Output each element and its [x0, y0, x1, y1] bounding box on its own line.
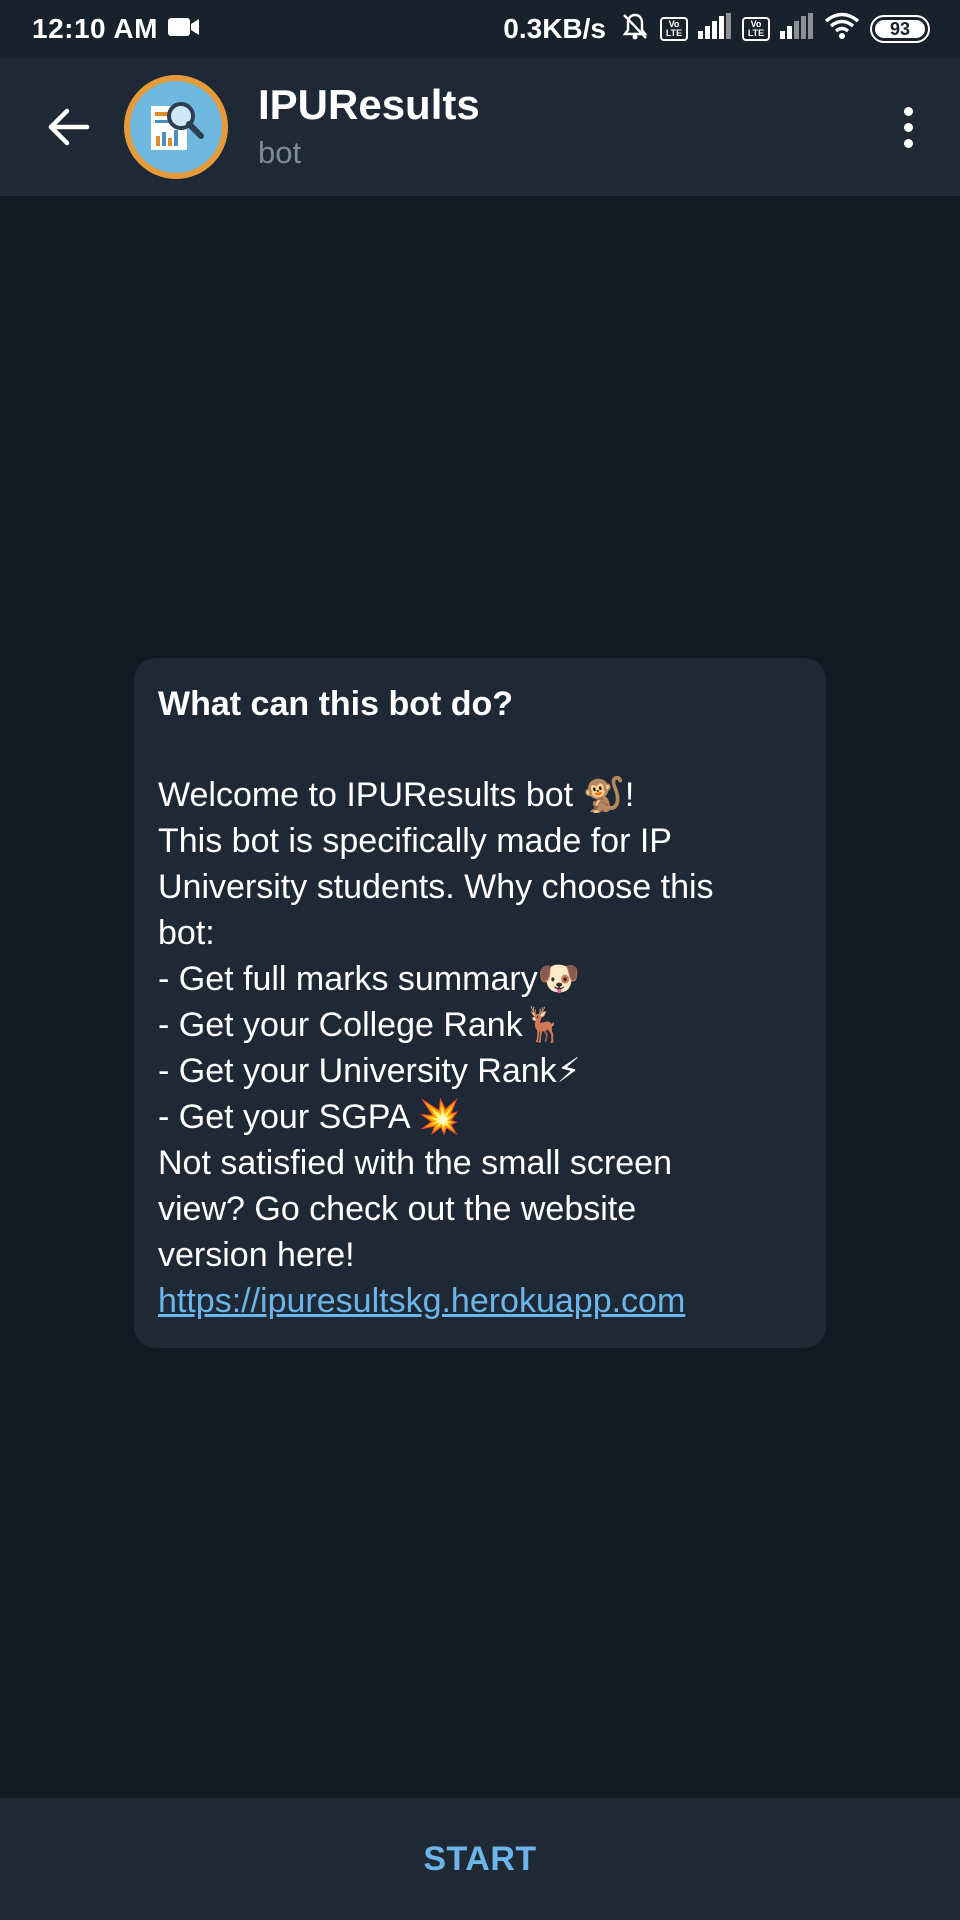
card-line: Welcome to IPUResults bot 🐒! — [158, 776, 635, 814]
card-line: Not satisfied with the small screen — [158, 1144, 672, 1182]
network-speed: 0.3KB/s — [503, 13, 606, 44]
battery-icon: 93 — [870, 15, 930, 43]
card-line: - Get your University Rank⚡ — [158, 1052, 581, 1090]
status-bar: 12:10 AM 0.3KB/s Vo LTE Vo LTE 93 — [0, 0, 960, 58]
chat-title: IPUResults — [258, 81, 480, 128]
card-line: - Get your College Rank🦌 — [158, 1006, 566, 1044]
signal-icon — [698, 12, 732, 46]
start-bar[interactable]: START — [0, 1798, 960, 1920]
card-line: - Get full marks summary🐶 — [158, 960, 581, 998]
bot-avatar[interactable] — [124, 75, 228, 179]
volte-icon-2: Vo LTE — [742, 17, 770, 41]
wifi-icon — [824, 12, 860, 47]
card-body: Welcome to IPUResults bot 🐒! This bot is… — [158, 772, 802, 1324]
clock: 12:10 AM — [32, 13, 158, 44]
back-arrow-icon — [48, 108, 90, 146]
battery-level: 93 — [889, 18, 911, 39]
card-line: - Get your SGPA 💥 — [158, 1098, 461, 1136]
card-line: This bot is specifically made for IP — [158, 822, 672, 860]
status-bar-left: 12:10 AM — [32, 13, 200, 45]
more-vertical-icon — [903, 106, 913, 116]
bell-muted-icon — [620, 11, 650, 48]
status-bar-right: 0.3KB/s Vo LTE Vo LTE 93 — [503, 11, 930, 48]
chat-title-block[interactable]: IPUResults bot — [258, 80, 480, 174]
card-line: bot: — [158, 914, 215, 952]
back-button[interactable] — [34, 92, 104, 162]
website-link[interactable]: https://ipuresultskg.herokuapp.com — [158, 1282, 685, 1320]
bot-description-card: What can this bot do? Welcome to IPUResu… — [134, 658, 826, 1348]
card-title: What can this bot do? — [158, 685, 514, 723]
card-line: version here! — [158, 1236, 355, 1274]
volte-icon: Vo LTE — [660, 17, 688, 41]
chat-subtitle: bot — [258, 135, 302, 170]
signal-icon-2 — [780, 12, 814, 46]
report-magnifier-icon — [151, 102, 204, 150]
start-button[interactable]: START — [423, 1840, 536, 1879]
chat-header: IPUResults bot — [0, 58, 960, 196]
card-line: University students. Why choose this — [158, 868, 714, 906]
card-line: view? Go check out the website — [158, 1190, 637, 1228]
more-options-button[interactable] — [880, 92, 936, 162]
video-camera-icon — [167, 13, 200, 45]
